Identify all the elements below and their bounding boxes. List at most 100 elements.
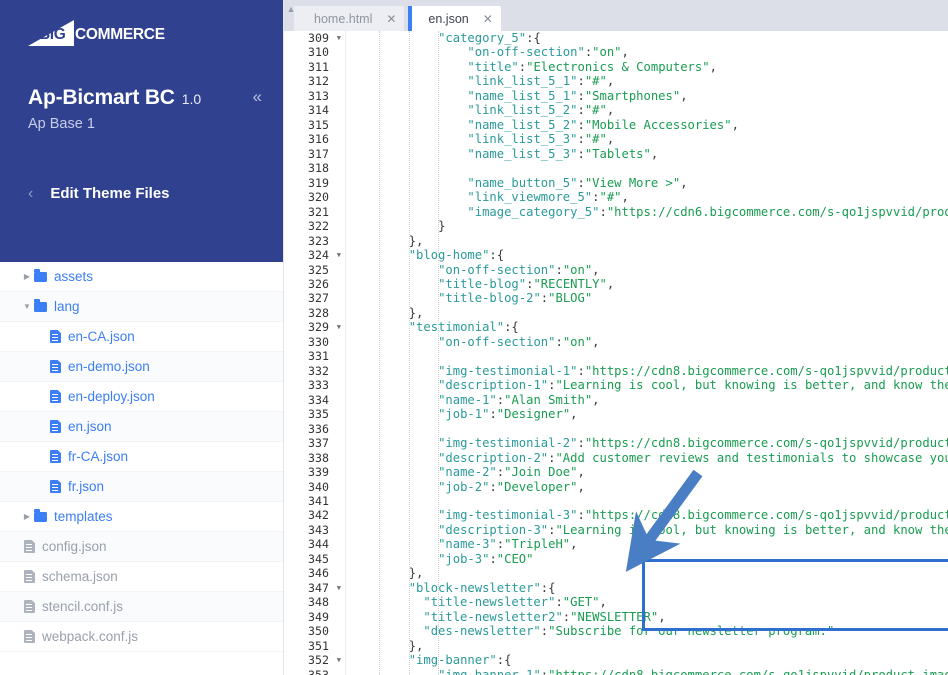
tree-item-assets[interactable]: ▶ assets — [0, 262, 284, 292]
json-punctuation: : — [555, 262, 563, 277]
fold-toggle-icon[interactable]: ▼ — [337, 31, 341, 45]
line-number: 310 — [308, 45, 329, 60]
chevron-right-icon[interactable]: ▶ — [20, 512, 34, 521]
code-view[interactable]: 309 ▼ 310 311 312 313 314 315 316 317 318 319 320 321… — [284, 31, 948, 675]
json-key: "des-newsletter" — [423, 624, 541, 639]
json-punctuation: : — [577, 74, 585, 89]
folder-icon — [34, 508, 47, 522]
json-key: "link_list_5_2" — [467, 103, 578, 118]
code-content[interactable]: "category_5":{ "on-off-section":"on", "t… — [346, 31, 948, 675]
editor-tab-en-json[interactable]: en.json ✕ — [408, 6, 501, 31]
json-string-value: "Learning is cool, but knowing is better… — [555, 522, 948, 537]
line-number: 344 — [308, 537, 329, 552]
json-key: "name_list_5_1" — [467, 88, 578, 103]
tree-item-stencil-conf-js[interactable]: stencil.conf.js — [0, 592, 284, 622]
tree-item-fr-ca-json[interactable]: fr-CA.json — [0, 442, 284, 472]
tree-item-label: schema.json — [42, 569, 118, 584]
json-key: "title-newsletter2" — [423, 609, 563, 624]
folder-icon — [34, 298, 47, 312]
line-number: 314 — [308, 103, 329, 118]
line-number: 350 — [308, 624, 329, 639]
json-string-value: "#" — [599, 190, 622, 205]
editor-tab-home-html[interactable]: home.html ✕ — [294, 6, 405, 31]
tree-item-label: en-CA.json — [68, 329, 135, 344]
editor-tab-bar: ▲ home.html ✕ en.json ✕ — [284, 0, 948, 31]
json-punctuation: }, — [408, 638, 424, 653]
line-number: 319 — [308, 175, 329, 190]
json-punctuation: , — [709, 59, 717, 74]
line-number: 352 ▼ — [308, 653, 341, 668]
json-string-value: "Learning is cool, but knowing is better… — [555, 378, 948, 393]
json-key: "img-testimonial-2" — [438, 436, 578, 451]
json-punctuation: : — [592, 190, 600, 205]
json-punctuation: , — [731, 117, 739, 132]
json-string-value: "CEO" — [496, 551, 534, 566]
logo-big-text: BIG — [39, 25, 66, 43]
json-key: "block-newsletter" — [408, 580, 541, 595]
json-punctuation: : — [599, 204, 607, 219]
fold-toggle-icon[interactable]: ▼ — [337, 248, 341, 262]
edit-theme-files-nav[interactable]: ‹ Edit Theme Files — [28, 185, 170, 202]
json-punctuation: , — [592, 262, 600, 277]
json-key: "name_button_5" — [467, 175, 578, 190]
json-key: "testimonial" — [408, 320, 505, 335]
tree-item-label: fr.json — [68, 479, 105, 494]
close-icon[interactable]: ✕ — [483, 13, 493, 25]
json-punctuation: : — [555, 595, 563, 610]
sidebar: BIG COMMERCE Ap-Bicmart BC 1.0 « Ap Base… — [0, 0, 284, 675]
json-string-value: "View More >" — [584, 175, 681, 190]
chevron-left-icon[interactable]: ‹ — [28, 185, 33, 202]
json-punctuation: : — [496, 465, 505, 480]
line-number: 346 — [308, 566, 329, 581]
json-key: "title" — [467, 59, 519, 74]
json-punctuation: : — [555, 334, 563, 349]
tree-item-lang[interactable]: ▼ lang — [0, 292, 284, 322]
tree-item-schema-json[interactable]: schema.json — [0, 562, 284, 592]
json-punctuation: : — [577, 363, 585, 378]
tree-item-config-json[interactable]: config.json — [0, 532, 284, 562]
fold-toggle-icon[interactable]: ▼ — [337, 581, 341, 595]
json-key: "link_viewmore_5" — [467, 190, 593, 205]
fold-toggle-icon[interactable]: ▼ — [337, 320, 341, 334]
json-key: "title-newsletter" — [423, 595, 556, 610]
json-key: "image_category_5" — [467, 204, 600, 219]
fold-toggle-icon[interactable]: ▼ — [337, 653, 341, 667]
close-icon[interactable]: ✕ — [386, 13, 396, 25]
json-string-value: "RECENTLY" — [533, 276, 607, 291]
json-string-value: "Electronics & Computers" — [526, 59, 710, 74]
chevron-down-icon[interactable]: ▼ — [20, 302, 34, 311]
tree-item-label: stencil.conf.js — [42, 599, 124, 614]
tree-item-label: en.json — [68, 419, 112, 434]
json-key: "category_5" — [438, 31, 527, 45]
line-number: 347 ▼ — [308, 580, 341, 595]
file-icon — [24, 570, 35, 583]
chevron-right-icon[interactable]: ▶ — [20, 272, 34, 281]
line-number: 336 — [308, 421, 329, 436]
tree-item-fr-json[interactable]: fr.json — [0, 472, 284, 502]
line-number: 340 — [308, 479, 329, 494]
json-string-value: "NEWSLETTER" — [570, 609, 659, 624]
sidebar-header: BIG COMMERCE Ap-Bicmart BC 1.0 « Ap Base… — [0, 0, 284, 262]
tree-item-label: webpack.conf.js — [42, 629, 139, 644]
json-punctuation: : — [489, 479, 497, 494]
json-punctuation: :{ — [496, 653, 512, 668]
file-icon — [24, 540, 35, 553]
json-string-value: "#" — [584, 103, 607, 118]
tree-item-en-json[interactable]: en.json — [0, 412, 284, 442]
file-icon — [50, 420, 61, 433]
indent-guide — [408, 31, 411, 675]
tree-item-en-ca-json[interactable]: en-CA.json — [0, 322, 284, 352]
json-punctuation: , — [592, 392, 600, 407]
tree-item-label: assets — [54, 269, 94, 284]
line-number: 342 — [308, 508, 329, 523]
tree-item-label: templates — [54, 509, 113, 524]
collapse-sidebar-icon[interactable]: « — [253, 88, 262, 105]
tree-item-en-deploy-json[interactable]: en-deploy.json — [0, 382, 284, 412]
tree-item-en-demo-json[interactable]: en-demo.json — [0, 352, 284, 382]
tree-item-webpack-conf-js[interactable]: webpack.conf.js — [0, 622, 284, 652]
json-punctuation: , — [606, 74, 615, 89]
json-string-value: "https://cdn8.bigcommerce.com/s-qo1jspvv… — [584, 508, 948, 523]
tree-item-templates[interactable]: ▶ templates — [0, 502, 284, 532]
json-key: "link_list_5_1" — [467, 74, 578, 89]
json-key: "name_list_5_2" — [467, 117, 578, 132]
